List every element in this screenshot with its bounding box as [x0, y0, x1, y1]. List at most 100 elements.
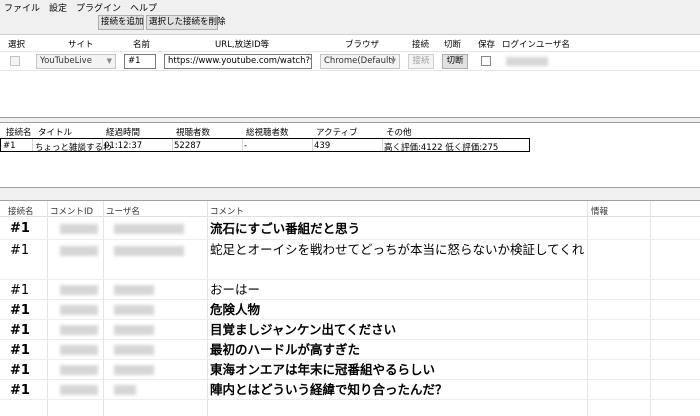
- comment-text: 最初のハードルが高すぎた: [210, 342, 361, 357]
- comment-row[interactable]: #1 流石にすごい番組だと思う: [0, 218, 700, 240]
- cell-divider: [102, 139, 103, 151]
- select-checkbox[interactable]: [10, 56, 20, 66]
- col-info: 情報: [591, 207, 609, 217]
- url-input[interactable]: https://www.youtube.com/watch?v=s8/: [164, 54, 312, 69]
- toolbar: 接続を追加 選択した接続を削除: [0, 14, 700, 32]
- comment-connection: #1: [10, 323, 30, 338]
- connection-list: 選択 サイト 名前 URL,放送ID等 ブラウザ 接続 切断 保存 ログインユー…: [0, 34, 700, 118]
- comment-row[interactable]: #1 東海オンエアは年末に冠番組やるらしい: [0, 360, 700, 380]
- metadata-row[interactable]: #1 ちょっと雑談するわ 01:12:37 52287 - 439 高く評価:4…: [0, 138, 530, 153]
- col-login-user: ログインユーザ名: [502, 40, 570, 50]
- username-redacted: [114, 365, 154, 375]
- cell-divider: [382, 139, 383, 151]
- comment-connection: #1: [10, 343, 30, 358]
- menu-settings[interactable]: 設定: [49, 1, 67, 14]
- comment-header: 接続名 コメントID ユーザ名 コメント 情報: [0, 201, 700, 217]
- connection-header: 選択 サイト 名前 URL,放送ID等 ブラウザ 接続 切断 保存 ログインユー…: [0, 35, 700, 51]
- meta-total-viewers: -: [244, 141, 248, 151]
- site-select[interactable]: YouTubeLive ▼: [36, 54, 116, 69]
- comment-connection: #1: [10, 221, 30, 236]
- browser-select[interactable]: Chrome(Default) ▼: [320, 54, 400, 69]
- cell-divider: [312, 139, 313, 151]
- col-save: 保存: [478, 40, 496, 50]
- col-select: 選択: [8, 40, 26, 50]
- comment-text: おーはー: [210, 282, 261, 297]
- chevron-down-icon: ▼: [390, 57, 396, 65]
- comment-id-redacted: [60, 365, 98, 375]
- col-url: URL,放送ID等: [215, 40, 270, 50]
- col-browser: ブラウザ: [345, 40, 380, 50]
- comment-connection: #1: [10, 363, 30, 378]
- save-checkbox[interactable]: [481, 56, 491, 66]
- cell-divider: [172, 139, 173, 151]
- meta-active: 439: [314, 141, 331, 151]
- connection-row: YouTubeLive ▼ #1 https://www.youtube.com…: [0, 51, 700, 71]
- comment-text: 目覚ましジャンケン出てください: [210, 322, 397, 337]
- site-value: YouTubeLive: [40, 56, 92, 66]
- username-redacted: [114, 285, 154, 295]
- cell-divider: [32, 139, 33, 151]
- comment-id-redacted: [60, 285, 98, 295]
- comment-connection: #1: [10, 243, 30, 258]
- comment-row[interactable]: #1 蛇足とオーイシを戦わせてどっちが本当に怒らないか検証してくれ: [0, 240, 700, 280]
- col-connection-name: 接続名: [6, 128, 32, 138]
- name-input[interactable]: #1: [124, 54, 156, 69]
- menu-plugins[interactable]: プラグイン: [76, 1, 121, 14]
- comment-connection: #1: [10, 283, 30, 298]
- comment-id-redacted: [60, 246, 98, 256]
- comment-id-redacted: [60, 224, 98, 234]
- comment-id-redacted: [60, 385, 98, 395]
- col-name: 名前: [133, 40, 151, 50]
- col-disconnect: 切断: [444, 40, 462, 50]
- splitter[interactable]: [0, 188, 700, 200]
- col-username: ユーザ名: [106, 207, 140, 217]
- col-viewers: 視聴者数: [176, 128, 211, 138]
- col-connection-name: 接続名: [8, 207, 34, 217]
- delete-selected-connection-button[interactable]: 選択した接続を削除: [146, 15, 226, 30]
- meta-elapsed: 01:12:37: [104, 141, 143, 151]
- comment-row[interactable]: #1 おーはー: [0, 280, 700, 300]
- login-username-redacted: [506, 57, 548, 66]
- metadata-header: 接続名 タイトル 経過時間 視聴者数 総視聴者数 アクティブ その他: [0, 123, 700, 138]
- username-redacted: [114, 385, 136, 395]
- col-connect: 接続: [412, 40, 430, 50]
- meta-other: 高く評価:4122 低く評価:275: [384, 143, 499, 153]
- col-total-viewers: 総視聴者数: [246, 128, 289, 138]
- disconnect-button[interactable]: 切断: [442, 54, 468, 69]
- stream-metadata-list: 接続名 タイトル 経過時間 視聴者数 総視聴者数 アクティブ その他 #1 ちょ…: [0, 122, 700, 188]
- meta-viewers: 52287: [174, 141, 202, 151]
- comment-id-redacted: [60, 305, 98, 315]
- col-other: その他: [386, 128, 412, 138]
- col-site: サイト: [68, 40, 94, 50]
- comment-row[interactable]: #1 目覚ましジャンケン出てください: [0, 320, 700, 340]
- comment-text: 流石にすごい番組だと思う: [210, 221, 361, 236]
- chevron-down-icon: ▼: [106, 57, 112, 65]
- comment-row[interactable]: #1 最初のハードルが高すぎた: [0, 340, 700, 360]
- comment-id-redacted: [60, 325, 98, 335]
- comment-connection: #1: [10, 303, 30, 318]
- browser-value: Chrome(Default): [324, 56, 396, 66]
- col-comment-id: コメントID: [50, 207, 94, 217]
- meta-connection-name: #1: [3, 141, 16, 151]
- col-active: アクティブ: [316, 128, 358, 138]
- menu-file[interactable]: ファイル: [4, 1, 40, 14]
- menu-help[interactable]: ヘルプ: [130, 1, 157, 14]
- comment-row[interactable]: #1 陣内とはどういう経緯で知り合ったんだ？: [0, 380, 700, 400]
- comment-id-redacted: [60, 345, 98, 355]
- comment-text: 東海オンエアは年末に冠番組やるらしい: [210, 362, 436, 377]
- comment-text: 蛇足とオーイシを戦わせてどっちが本当に怒らないか検証してくれ: [210, 242, 585, 257]
- col-elapsed: 経過時間: [106, 128, 141, 138]
- username-redacted: [114, 325, 154, 335]
- cell-divider: [242, 139, 243, 151]
- username-redacted: [114, 345, 154, 355]
- comment-connection: #1: [10, 383, 30, 398]
- comment-text: 陣内とはどういう経緯で知り合ったんだ？: [210, 382, 448, 397]
- comment-row[interactable]: #1 危険人物: [0, 300, 700, 320]
- comment-list: 接続名 コメントID ユーザ名 コメント 情報 #1 流石にすごい番組だと思う …: [0, 200, 700, 416]
- connect-button[interactable]: 接続: [408, 54, 434, 69]
- add-connection-button[interactable]: 接続を追加: [98, 15, 144, 30]
- comment-text: 危険人物: [210, 302, 261, 317]
- username-redacted: [114, 305, 154, 315]
- meta-title: ちょっと雑談するわ: [35, 143, 112, 153]
- col-comment: コメント: [210, 207, 245, 217]
